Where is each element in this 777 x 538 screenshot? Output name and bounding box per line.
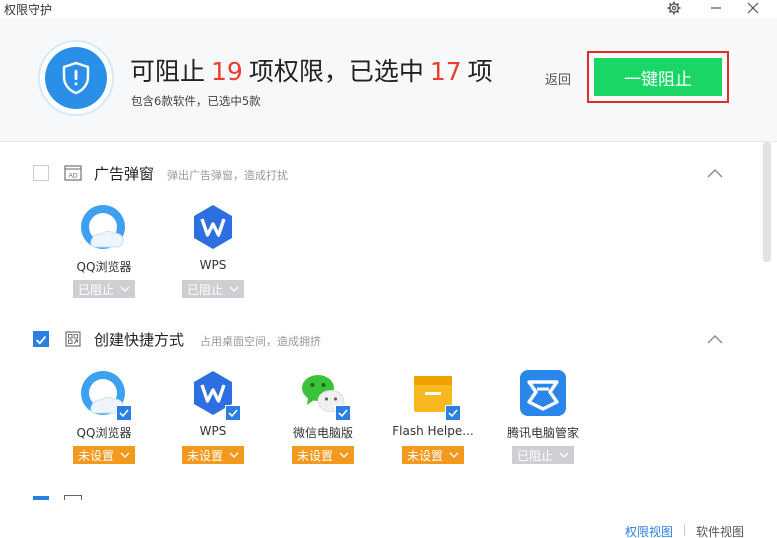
chevron-down-icon [229, 286, 239, 292]
block-button-highlight: 一键阻止 [587, 51, 729, 103]
tab-permission-view[interactable]: 权限视图 [625, 523, 673, 538]
app-name: 腾讯电脑管家 [506, 426, 579, 440]
shortcut-icon [64, 330, 82, 348]
wps-icon[interactable] [188, 368, 241, 421]
status-label: 已阻止 [186, 282, 223, 297]
ad-icon: AD [64, 164, 82, 182]
shield-icon [45, 47, 107, 109]
app-status-dropdown[interactable]: 未设置 [292, 446, 354, 464]
headline-middle: 项权限，已选中 [248, 57, 424, 86]
selected-check-icon [225, 405, 241, 421]
blockable-count: 19 [211, 57, 243, 86]
summary-headline: 可阻止 19 项权限，已选中 17 项 [130, 52, 493, 88]
selected-count: 17 [429, 57, 462, 86]
close-icon[interactable] [743, 0, 763, 16]
headline-prefix: 可阻止 [130, 57, 206, 86]
status-label: 未设置 [77, 448, 114, 463]
app-status-dropdown[interactable]: 已阻止 [73, 280, 135, 298]
shield-badge [38, 40, 114, 116]
category-partial [0, 494, 763, 500]
selected-check-icon [335, 405, 351, 421]
category-ad-popup: AD 广告弹窗 弹出广告弹窗，造成打扰 QQ浏览器 已阻止 WPS 已阻止 [0, 158, 763, 308]
chevron-down-icon [339, 452, 349, 458]
category-header: AD 广告弹窗 弹出广告弹窗，造成打扰 [0, 158, 763, 188]
category-checkbox[interactable] [33, 331, 49, 347]
app-status-dropdown[interactable]: 未设置 [402, 446, 464, 464]
back-link[interactable]: 返回 [545, 69, 571, 88]
summary-subtitle: 包含6款软件，已选中5款 [131, 94, 261, 108]
chevron-down-icon [559, 452, 569, 458]
category-checkbox[interactable] [33, 165, 49, 181]
category-checkbox[interactable] [33, 496, 49, 500]
app-name: QQ浏览器 [76, 260, 132, 274]
block-all-button[interactable]: 一键阻止 [594, 58, 722, 96]
chevron-down-icon [449, 452, 459, 458]
chevron-down-icon [120, 452, 130, 458]
flash-helper-icon[interactable] [408, 368, 461, 421]
qq-browser-icon[interactable] [79, 368, 132, 421]
collapse-chevron-icon[interactable] [706, 164, 724, 178]
settings-gear-icon[interactable] [664, 0, 684, 16]
title-bar: 权限守护 [0, 0, 777, 18]
app-name: WPS [199, 424, 227, 438]
category-description: 弹出广告弹窗，造成打扰 [167, 169, 288, 182]
window-title: 权限守护 [4, 3, 53, 17]
summary-header: 可阻止 19 项权限，已选中 17 项 包含6款软件，已选中5款 返回 一键阻止 [0, 18, 777, 142]
qq-browser-icon [79, 202, 129, 252]
minimize-icon[interactable] [706, 0, 726, 16]
collapse-chevron-icon[interactable] [706, 330, 724, 344]
status-label: 已阻止 [516, 448, 553, 463]
svg-text:AD: AD [68, 173, 77, 180]
category-create-shortcut: 创建快捷方式 占用桌面空间，造成拥挤 QQ浏览器 未设置 WPS 未设置 微信电… [0, 324, 763, 474]
selected-check-icon [116, 405, 132, 421]
chevron-down-icon [120, 286, 130, 292]
category-title: 广告弹窗 [94, 165, 155, 183]
headline-suffix: 项 [467, 57, 493, 86]
wechat-icon[interactable] [298, 368, 351, 421]
status-label: 已阻止 [77, 282, 114, 297]
app-status-dropdown[interactable]: 已阻止 [512, 446, 574, 464]
tab-software-view[interactable]: 软件视图 [696, 523, 744, 538]
status-label: 未设置 [296, 448, 333, 463]
status-label: 未设置 [186, 448, 223, 463]
app-name: Flash Helpe... [392, 424, 474, 438]
category-description: 占用桌面空间，造成拥挤 [200, 335, 321, 348]
app-status-dropdown[interactable]: 未设置 [182, 446, 244, 464]
app-status-dropdown[interactable]: 已阻止 [182, 280, 244, 298]
selected-check-icon [445, 405, 461, 421]
category-header: 创建快捷方式 占用桌面空间，造成拥挤 [0, 324, 763, 354]
category-title: 创建快捷方式 [94, 331, 185, 349]
chevron-down-icon [229, 452, 239, 458]
tencent-pc-manager-icon[interactable] [518, 368, 568, 418]
footer-divider [684, 524, 685, 536]
wps-icon [188, 202, 238, 252]
app-name: 微信电脑版 [292, 426, 353, 440]
app-name: QQ浏览器 [76, 426, 132, 440]
scrollbar[interactable] [763, 142, 771, 262]
permission-list[interactable]: AD 广告弹窗 弹出广告弹窗，造成打扰 QQ浏览器 已阻止 WPS 已阻止 创建… [0, 142, 763, 500]
app-name: WPS [199, 258, 227, 272]
video-icon [64, 495, 82, 500]
status-label: 未设置 [406, 448, 443, 463]
app-status-dropdown[interactable]: 未设置 [73, 446, 135, 464]
view-switcher: 权限视图 软件视图 [0, 518, 777, 538]
